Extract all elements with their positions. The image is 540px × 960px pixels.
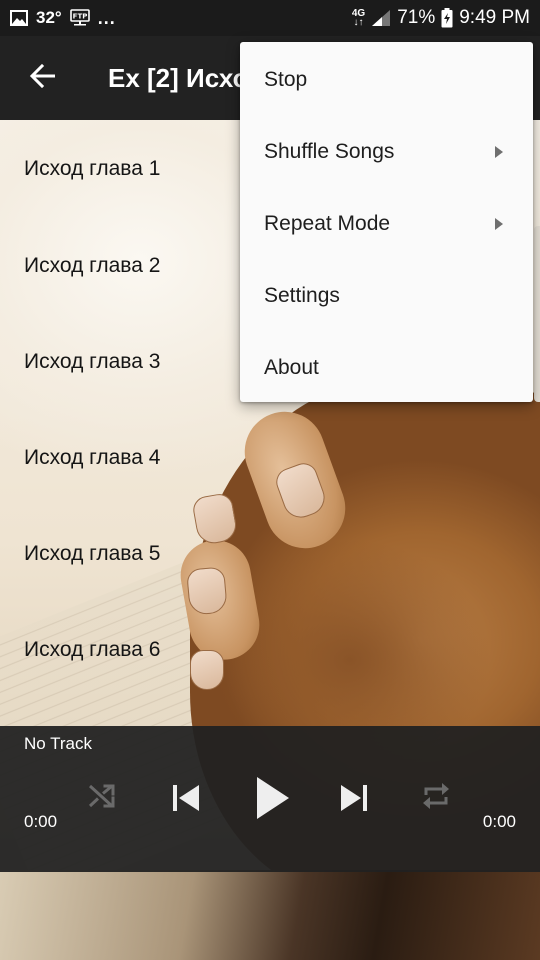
more-notifications-text: ... bbox=[97, 7, 116, 28]
menu-item-about[interactable]: About bbox=[240, 332, 533, 404]
player-bar: No Track 0:00 0:00 bbox=[0, 726, 540, 872]
list-item-label: Исход глава 4 bbox=[24, 446, 161, 469]
skip-previous-icon bbox=[171, 783, 201, 818]
list-item-label: Исход глава 5 bbox=[24, 542, 161, 565]
status-bar: 32° FTP ... 4G ↓↑ 71% 9:49 PM bbox=[0, 0, 540, 36]
menu-item-label: Repeat Mode bbox=[264, 212, 391, 235]
network-type-text: 4G bbox=[351, 8, 366, 19]
menu-item-label: Shuffle Songs bbox=[264, 140, 395, 163]
list-item-label: Исход глава 6 bbox=[24, 638, 161, 661]
battery-charging-icon bbox=[441, 8, 453, 28]
list-item[interactable]: Исход глава 5 bbox=[0, 506, 540, 602]
play-icon bbox=[256, 776, 290, 824]
arrow-back-icon bbox=[29, 63, 56, 93]
background-bottom bbox=[0, 870, 540, 960]
battery-percent-text: 71% bbox=[397, 7, 436, 28]
menu-item-shuffle-songs[interactable]: Shuffle Songs bbox=[240, 116, 533, 188]
now-playing-text: No Track bbox=[24, 734, 93, 753]
gallery-notification-icon bbox=[10, 10, 28, 26]
list-item-label: Исход глава 3 bbox=[24, 350, 161, 373]
fast-scroll-handle[interactable] bbox=[534, 226, 540, 402]
network-type-icon: 4G ↓↑ bbox=[351, 8, 366, 28]
elapsed-time: 0:00 bbox=[24, 812, 58, 831]
submenu-arrow-icon bbox=[495, 146, 503, 158]
repeat-icon bbox=[422, 781, 450, 816]
shuffle-icon bbox=[88, 783, 116, 814]
play-button[interactable] bbox=[246, 770, 300, 830]
next-button[interactable] bbox=[332, 778, 376, 822]
clock-text: 9:49 PM bbox=[459, 7, 530, 28]
ftp-icon: FTP bbox=[69, 9, 90, 27]
menu-item-settings[interactable]: Settings bbox=[240, 260, 533, 332]
submenu-arrow-icon bbox=[495, 218, 503, 230]
overflow-menu: Stop Shuffle Songs Repeat Mode Settings … bbox=[240, 42, 533, 402]
menu-item-label: Stop bbox=[264, 68, 308, 91]
temperature-text: 32° bbox=[36, 8, 62, 27]
menu-item-label: Settings bbox=[264, 284, 340, 307]
signal-icon bbox=[371, 9, 391, 27]
menu-item-stop[interactable]: Stop bbox=[240, 44, 533, 116]
shuffle-button[interactable] bbox=[82, 778, 122, 818]
menu-item-repeat-mode[interactable]: Repeat Mode bbox=[240, 188, 533, 260]
previous-button[interactable] bbox=[164, 778, 208, 822]
svg-text:FTP: FTP bbox=[72, 13, 87, 21]
list-item-label: Исход глава 2 bbox=[24, 254, 161, 277]
menu-item-label: About bbox=[264, 356, 319, 379]
list-item[interactable]: Исход глава 4 bbox=[0, 410, 540, 506]
back-button[interactable] bbox=[0, 36, 84, 120]
list-item[interactable]: Исход глава 6 bbox=[0, 602, 540, 698]
repeat-button[interactable] bbox=[416, 778, 456, 818]
list-item-label: Исход глава 1 bbox=[24, 157, 161, 180]
skip-next-icon bbox=[339, 783, 369, 818]
total-time: 0:00 bbox=[482, 812, 516, 831]
